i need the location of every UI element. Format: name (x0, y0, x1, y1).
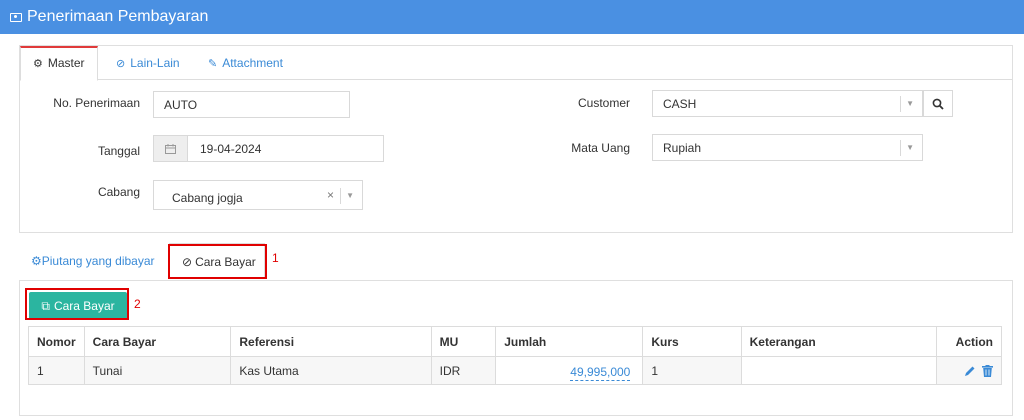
cell-keterangan (740, 356, 938, 385)
check-circle-icon: ⊘ (116, 58, 126, 70)
trash-icon[interactable] (982, 365, 993, 378)
gears-icon: ⚙ (33, 58, 43, 70)
clear-icon[interactable]: × (327, 188, 334, 202)
tab-piutang[interactable]: ⚙Piutang yang dibayar (31, 243, 155, 279)
tanggal-field[interactable]: 19-04-2024 (153, 135, 384, 162)
jumlah-editable[interactable]: 49,995,000 (570, 364, 631, 381)
cara-bayar-table: Nomor Cara Bayar Referensi MU Jumlah Kur… (28, 326, 1002, 385)
search-icon (932, 98, 944, 110)
column-header[interactable]: Cara Bayar (83, 326, 232, 357)
cell-kurs: 1 (642, 356, 742, 385)
column-header[interactable]: Keterangan (740, 326, 938, 357)
no-penerimaan-label: No. Penerimaan (53, 96, 140, 110)
gears-icon: ⚙ (31, 254, 42, 268)
column-header[interactable]: Referensi (230, 326, 432, 357)
table-header-row: Nomor Cara Bayar Referensi MU Jumlah Kur… (28, 326, 1002, 357)
tab-attachment[interactable]: ✎ Attachment (196, 46, 295, 80)
cell-jumlah: 49,995,000 (495, 356, 644, 385)
tab-lain-lain[interactable]: ⊘ Lain-Lain (104, 46, 192, 80)
no-penerimaan-field[interactable]: AUTO (153, 91, 350, 118)
tab-master[interactable]: ⚙ Master (20, 46, 98, 81)
column-header[interactable]: Nomor (28, 326, 85, 357)
column-header[interactable]: Kurs (642, 326, 742, 357)
master-panel: ⚙ Master ⊘ Lain-Lain ✎ Attachment No. Pener… (19, 45, 1013, 233)
customer-select[interactable]: CASH ▼ (652, 90, 923, 117)
annotation-box-1 (168, 244, 267, 279)
edit-icon[interactable] (964, 365, 976, 377)
paperclip-icon: ✎ (208, 58, 218, 70)
window-title: Penerimaan Pembayaran (27, 8, 209, 25)
annotation-number-2: 2 (134, 297, 141, 311)
chevron-down-icon: ▼ (906, 99, 914, 108)
cell-referensi: Kas Utama (230, 356, 432, 385)
cell-nomor: 1 (28, 356, 85, 385)
cabang-label: Cabang (97, 185, 140, 199)
mata-uang-select[interactable]: Rupiah ▼ (652, 134, 923, 161)
column-header[interactable]: Jumlah (495, 326, 644, 357)
tanggal-label: Tanggal (97, 144, 140, 158)
form-tabs: ⚙ Master ⊘ Lain-Lain ✎ Attachment (20, 46, 1012, 81)
customer-search-button[interactable] (923, 90, 953, 117)
chevron-down-icon: ▼ (906, 143, 914, 152)
column-header[interactable]: MU (430, 326, 497, 357)
annotation-box-2 (25, 288, 129, 320)
calendar-icon[interactable] (154, 136, 188, 161)
cabang-select[interactable]: Cabang jogja × ▼ (153, 180, 363, 210)
cell-mu: IDR (430, 356, 497, 385)
customer-label: Customer (577, 96, 630, 110)
column-header[interactable]: Action (936, 326, 1002, 357)
cell-cara-bayar: Tunai (83, 356, 232, 385)
annotation-number-1: 1 (272, 251, 279, 265)
chevron-down-icon: ▼ (346, 190, 354, 200)
window-title-bar: Penerimaan Pembayaran (0, 0, 1024, 34)
money-icon (10, 12, 22, 22)
cell-action (936, 356, 1002, 385)
mata-uang-label: Mata Uang (571, 141, 630, 155)
table-row: 1 Tunai Kas Utama IDR 49,995,000 1 (28, 356, 1002, 385)
